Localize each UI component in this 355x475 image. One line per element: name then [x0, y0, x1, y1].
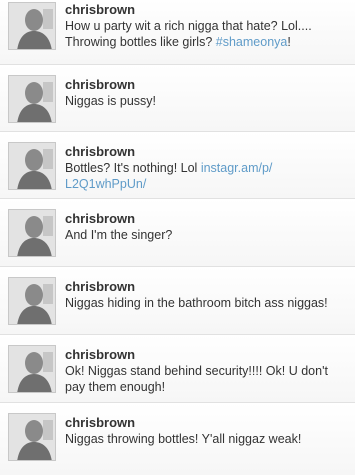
tweet-body: chrisbrown Niggas hiding in the bathroom… — [65, 279, 347, 311]
avatar[interactable] — [8, 413, 56, 461]
tweet-item[interactable]: chrisbrown Niggas hiding in the bathroom… — [0, 267, 355, 335]
tweet-username[interactable]: chrisbrown — [65, 2, 347, 18]
tweet-text: Bottles? It's nothing! Lol instagr.am/p/… — [65, 160, 347, 192]
avatar[interactable] — [8, 209, 56, 257]
tweet-body: chrisbrown Bottles? It's nothing! Lol in… — [65, 144, 347, 192]
tweet-feed: chrisbrown How u party wit a rich nigga … — [0, 0, 355, 475]
avatar[interactable] — [8, 75, 56, 123]
tweet-item[interactable]: chrisbrown And I'm the singer? — [0, 199, 355, 267]
profile-photo-icon — [9, 278, 55, 324]
tweet-body: chrisbrown Niggas throwing bottles! Y'al… — [65, 415, 347, 447]
hashtag-link[interactable]: #shameonya — [216, 35, 288, 49]
tweet-body: chrisbrown And I'm the singer? — [65, 211, 347, 243]
tweet-text: Niggas hiding in the bathroom bitch ass … — [65, 296, 328, 310]
tweet-item[interactable]: chrisbrown Niggas throwing bottles! Y'al… — [0, 403, 355, 475]
tweet-item[interactable]: chrisbrown Niggas is pussy! — [0, 65, 355, 132]
tweet-username[interactable]: chrisbrown — [65, 211, 347, 227]
profile-photo-icon — [9, 414, 55, 460]
profile-photo-icon — [9, 76, 55, 122]
tweet-item[interactable]: chrisbrown Bottles? It's nothing! Lol in… — [0, 132, 355, 199]
avatar[interactable] — [8, 345, 56, 393]
tweet-username[interactable]: chrisbrown — [65, 77, 347, 93]
tweet-item[interactable]: chrisbrown Ok! Niggas stand behind secur… — [0, 335, 355, 403]
tweet-text: And I'm the singer? — [65, 228, 173, 242]
tweet-text-content: Bottles? It's nothing! Lol — [65, 161, 201, 175]
tweet-item[interactable]: chrisbrown How u party wit a rich nigga … — [0, 0, 355, 65]
avatar[interactable] — [8, 2, 56, 50]
tweet-body: chrisbrown Ok! Niggas stand behind secur… — [65, 347, 347, 395]
tweet-username[interactable]: chrisbrown — [65, 347, 347, 363]
tweet-text: Ok! Niggas stand behind security!!!! Ok!… — [65, 364, 328, 394]
avatar[interactable] — [8, 142, 56, 190]
tweet-username[interactable]: chrisbrown — [65, 415, 347, 431]
profile-photo-icon — [9, 210, 55, 256]
profile-photo-icon — [9, 3, 55, 49]
tweet-body: chrisbrown Niggas is pussy! — [65, 77, 347, 109]
tweet-text-suffix: ! — [287, 35, 291, 49]
tweet-body: chrisbrown How u party wit a rich nigga … — [65, 2, 347, 50]
tweet-text: How u party wit a rich nigga that hate? … — [65, 18, 347, 50]
tweet-text: Niggas throwing bottles! Y'all niggaz we… — [65, 432, 302, 446]
avatar[interactable] — [8, 277, 56, 325]
profile-photo-icon — [9, 143, 55, 189]
profile-photo-icon — [9, 346, 55, 392]
tweet-username[interactable]: chrisbrown — [65, 144, 347, 160]
tweet-text: Niggas is pussy! — [65, 94, 157, 108]
tweet-username[interactable]: chrisbrown — [65, 279, 347, 295]
